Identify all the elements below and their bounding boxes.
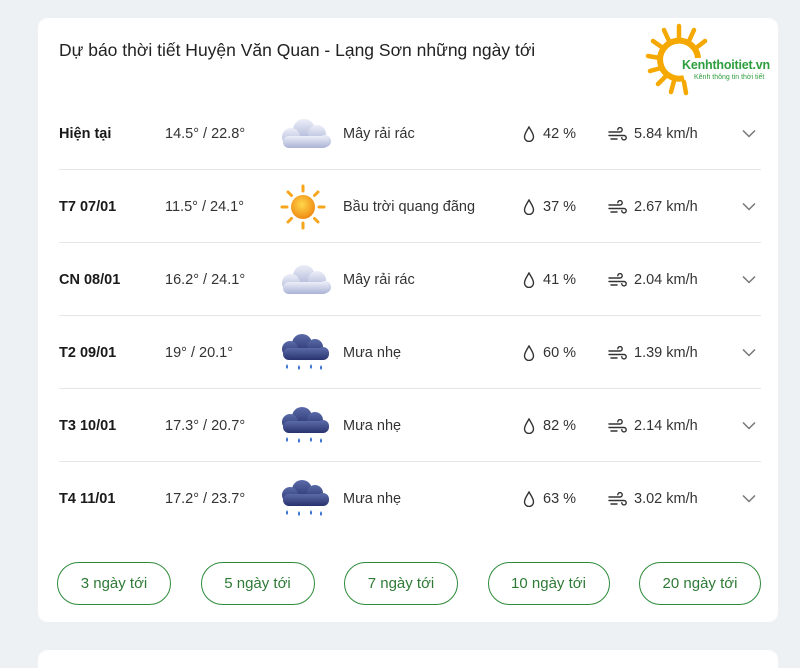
forecast-row[interactable]: Hiện tại 14.5° / 22.8° Mây rải rác 42 % … — [59, 97, 761, 170]
humidity: 63 % — [523, 462, 576, 535]
wind: 2.67 km/h — [608, 170, 698, 243]
forecast-day: T4 11/01 — [59, 490, 116, 507]
sunny-icon — [272, 170, 334, 243]
wind-value: 3.02 km/h — [634, 490, 698, 507]
chevron-down-icon[interactable] — [739, 462, 759, 535]
wind-icon — [608, 199, 634, 214]
wind-value: 5.84 km/h — [634, 125, 698, 142]
humidity-drop-icon — [523, 198, 543, 215]
forecast-description: Mây rải rác — [343, 271, 415, 288]
forecast-row[interactable]: CN 08/01 16.2° / 24.1° Mây rải rác 41 % … — [59, 243, 761, 316]
wind-icon — [608, 272, 634, 287]
chevron-down-icon[interactable] — [739, 389, 759, 462]
range-button-3-days[interactable]: 3 ngày tới — [57, 562, 171, 605]
forecast-description: Mây rải rác — [343, 125, 415, 142]
humidity-drop-icon — [523, 125, 543, 142]
wind-icon — [608, 345, 634, 360]
forecast-row[interactable]: T7 07/01 11.5° / 24.1° Bầu trời quang đã… — [59, 170, 761, 243]
range-button-7-days[interactable]: 7 ngày tới — [344, 562, 458, 605]
cloudy-icon — [272, 97, 334, 170]
forecast-day: Hiện tại — [59, 125, 112, 142]
cloudy-icon — [272, 243, 334, 316]
range-button-5-days[interactable]: 5 ngày tới — [200, 562, 315, 605]
wind: 2.04 km/h — [608, 243, 698, 316]
wind: 3.02 km/h — [608, 462, 698, 535]
humidity-value: 63 % — [543, 490, 577, 507]
forecast-row[interactable]: T2 09/01 19° / 20.1° Mưa nhẹ 60 % 1.39 k… — [59, 316, 761, 389]
humidity: 82 % — [523, 389, 576, 462]
rain-icon — [272, 389, 334, 462]
wind: 2.14 km/h — [608, 389, 698, 462]
humidity: 41 % — [523, 243, 576, 316]
wind-icon — [608, 418, 634, 433]
humidity-drop-icon — [523, 490, 543, 507]
chevron-down-icon[interactable] — [739, 243, 759, 316]
chevron-down-icon[interactable] — [739, 316, 759, 389]
forecast-card: Dự báo thời tiết Huyện Văn Quan - Lạng S… — [38, 18, 778, 622]
chevron-down-icon[interactable] — [739, 170, 759, 243]
forecast-description: Mưa nhẹ — [343, 490, 402, 507]
wind-value: 2.67 km/h — [634, 198, 698, 215]
forecast-description: Bầu trời quang đãng — [343, 198, 476, 215]
forecast-description: Mưa nhẹ — [343, 417, 402, 434]
forecast-day: CN 08/01 — [59, 271, 121, 288]
wind-value: 1.39 km/h — [634, 344, 698, 361]
humidity-value: 60 % — [543, 344, 577, 361]
humidity-value: 42 % — [543, 125, 577, 142]
forecast-day: T2 09/01 — [59, 344, 117, 361]
forecast-day: T3 10/01 — [59, 417, 117, 434]
chevron-down-icon[interactable] — [739, 97, 759, 170]
logo-name: Kenhthoitiet.vn — [682, 58, 770, 72]
forecast-row[interactable]: T4 11/01 17.2° / 23.7° Mưa nhẹ 63 % 3.02… — [59, 462, 761, 535]
forecast-temperature: 19° / 20.1° — [165, 344, 234, 361]
page-title: Dự báo thời tiết Huyện Văn Quan - Lạng S… — [59, 40, 536, 60]
next-section-card — [38, 650, 778, 668]
humidity-drop-icon — [523, 271, 543, 288]
forecast-description: Mưa nhẹ — [343, 344, 402, 361]
wind: 5.84 km/h — [608, 97, 698, 170]
wind-icon — [608, 126, 634, 141]
humidity-value: 41 % — [543, 271, 577, 288]
forecast-temperature: 14.5° / 22.8° — [165, 125, 246, 142]
logo-tagline: Kênh thông tin thời tiết — [694, 74, 765, 81]
humidity-drop-icon — [523, 344, 543, 361]
forecast-temperature: 17.3° / 20.7° — [165, 417, 246, 434]
forecast-temperature: 16.2° / 24.1° — [165, 271, 246, 288]
wind-value: 2.14 km/h — [634, 417, 698, 434]
humidity-value: 82 % — [543, 417, 577, 434]
forecast-list: Hiện tại 14.5° / 22.8° Mây rải rác 42 % … — [59, 97, 761, 535]
wind-icon — [608, 491, 634, 506]
rain-icon — [272, 316, 334, 389]
wind-value: 2.04 km/h — [634, 271, 698, 288]
forecast-temperature: 17.2° / 23.7° — [165, 490, 246, 507]
site-logo[interactable]: Kenhthoitiet.vn Kênh thông tin thời tiết — [644, 18, 778, 98]
humidity: 42 % — [523, 97, 576, 170]
humidity-value: 37 % — [543, 198, 577, 215]
forecast-row[interactable]: T3 10/01 17.3° / 20.7° Mưa nhẹ 82 % 2.14… — [59, 389, 761, 462]
range-button-20-days[interactable]: 20 ngày tới — [639, 562, 761, 605]
range-button-10-days[interactable]: 10 ngày tới — [487, 562, 610, 605]
forecast-day: T7 07/01 — [59, 198, 117, 215]
humidity: 60 % — [523, 316, 576, 389]
range-buttons: 3 ngày tới 5 ngày tới 7 ngày tới 10 ngày… — [57, 562, 761, 605]
forecast-temperature: 11.5° / 24.1° — [165, 198, 245, 215]
humidity-drop-icon — [523, 417, 543, 434]
rain-icon — [272, 462, 334, 535]
humidity: 37 % — [523, 170, 576, 243]
wind: 1.39 km/h — [608, 316, 698, 389]
